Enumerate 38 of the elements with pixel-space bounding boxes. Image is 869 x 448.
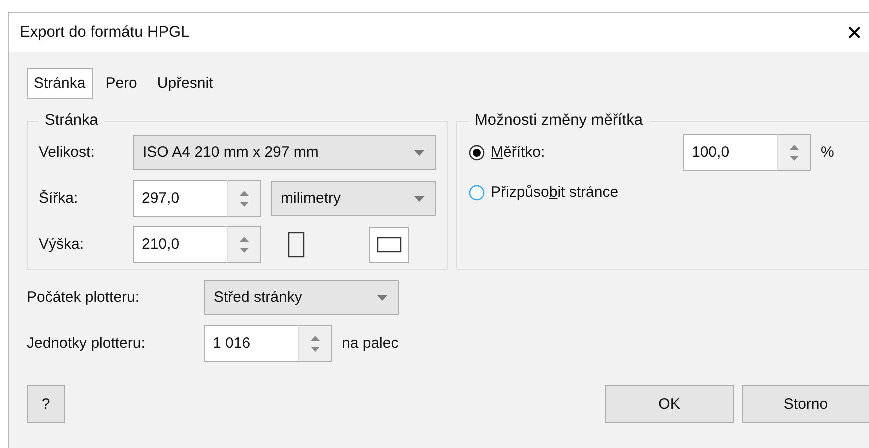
- tab[interactable]: Stránka: [27, 68, 93, 99]
- field-label: Velikost:: [39, 144, 96, 161]
- portrait-page-icon: [288, 232, 304, 258]
- width-spinbox[interactable]: 297,0: [133, 180, 228, 217]
- spin-arrows-icon[interactable]: [778, 134, 811, 171]
- field-label: Šířka:: [39, 190, 80, 207]
- window-title: Export do formátu HPGL: [20, 24, 190, 42]
- page-size-dropdown[interactable]: ISO A4 210 mm x 297 mm: [133, 135, 436, 170]
- cancel-button[interactable]: Storno: [742, 385, 869, 423]
- caret-icon: [377, 294, 388, 300]
- caret-icon: [414, 196, 425, 202]
- unit-label: na palec: [342, 335, 399, 352]
- height-spinbox[interactable]: 210,0: [133, 226, 228, 263]
- spin-arrows-icon[interactable]: [228, 180, 261, 217]
- landscape-page-icon: [376, 236, 402, 252]
- field-label: Počátek plotteru:: [27, 289, 141, 306]
- radio-button[interactable]: [469, 144, 485, 160]
- plotter-origin-dropdown[interactable]: Střed stránky: [204, 280, 399, 315]
- help-button[interactable]: ?: [27, 385, 65, 423]
- group-title: Stránka: [44, 112, 100, 130]
- plotter-units-spinbox[interactable]: 1 016: [204, 325, 299, 362]
- field-label: Jednotky plotteru:: [27, 335, 146, 352]
- unit-label: %: [821, 144, 836, 161]
- close-button[interactable]: ✕: [840, 20, 869, 44]
- tab[interactable]: Upřesnit: [150, 68, 220, 99]
- group-title: Možnosti změny měřítka: [474, 112, 644, 130]
- radio-label: Měřítko:: [491, 144, 546, 161]
- field-label: Výška:: [39, 236, 86, 253]
- scale-spinbox[interactable]: 100,0: [683, 134, 778, 171]
- caret-icon: [414, 150, 425, 156]
- landscape-button[interactable]: [369, 226, 409, 262]
- spin-arrows-icon[interactable]: [228, 226, 261, 263]
- spin-arrows-icon[interactable]: [299, 325, 332, 362]
- radio-label: Přizpůsobit stránce: [491, 184, 619, 201]
- radio-button[interactable]: [469, 184, 485, 200]
- unit-dropdown[interactable]: milimetry: [271, 181, 436, 216]
- ok-button[interactable]: OK: [605, 385, 734, 423]
- tab[interactable]: Pero: [98, 68, 144, 99]
